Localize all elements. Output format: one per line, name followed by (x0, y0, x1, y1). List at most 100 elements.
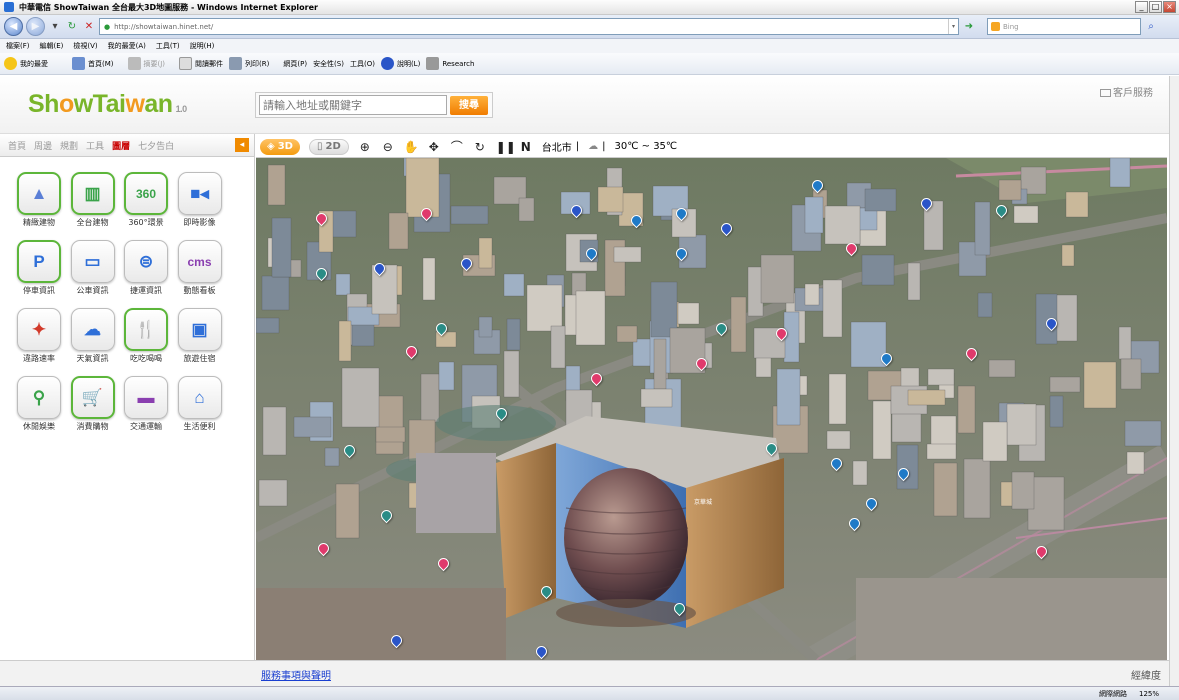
page-scrollbar[interactable] (1169, 76, 1179, 686)
url-dropdown-icon[interactable]: ▾ (948, 19, 958, 34)
tab-layers[interactable]: 圖層 (112, 139, 130, 152)
layer-item[interactable]: ☁ 天氣資訊 (68, 308, 118, 364)
building-icon: ▥ (70, 172, 115, 215)
layer-item-label: 生活便利 (183, 422, 216, 431)
printer-icon (229, 57, 243, 70)
layer-item[interactable]: ▣ 旅遊住宿 (175, 308, 225, 364)
layer-item[interactable]: ⌂ 生活便利 (175, 376, 225, 432)
favorites-button[interactable]: 我的最愛 (4, 57, 48, 70)
tilt-icon[interactable]: ⌒ (450, 140, 464, 154)
go-icon[interactable]: ➜ (962, 20, 976, 34)
menu-edit[interactable]: 編輯(E) (40, 41, 64, 51)
layer-item-label: 全台建物 (76, 218, 109, 227)
building-block (822, 279, 843, 338)
rotate-icon[interactable]: ↻ (473, 140, 487, 154)
search-input[interactable] (259, 95, 447, 115)
history-dropdown-icon[interactable]: ▾ (48, 20, 62, 34)
layer-item[interactable]: P 停車資訊 (14, 240, 64, 296)
building-block (957, 385, 976, 434)
collapse-sidebar-icon[interactable]: ◂ (235, 138, 249, 152)
layer-item[interactable]: 360 360°環景 (121, 172, 171, 228)
building-block (597, 186, 624, 213)
building-block (526, 284, 563, 332)
building-block (375, 395, 404, 455)
bing-search-field[interactable]: Bing (987, 18, 1141, 35)
window-title: 中華電信 ShowTaiwan 全台最大3D地圖服務 - Windows Int… (19, 2, 318, 12)
search-button[interactable]: 搜尋 (450, 96, 488, 115)
back-button[interactable]: ◀ (4, 17, 23, 36)
layer-item[interactable]: ▲ 精緻建物 (14, 172, 64, 228)
layer-item[interactable]: ▭ 公車資訊 (68, 240, 118, 296)
layer-item[interactable]: ⚲ 休閒娛樂 (14, 376, 64, 432)
maximize-button[interactable]: □ (1149, 1, 1162, 13)
service-terms-link[interactable]: 服務事項與聲明 (261, 667, 331, 682)
home-button[interactable]: 首頁(M) (72, 57, 114, 70)
north-icon[interactable]: N (519, 140, 533, 154)
cms-board-icon: cms (177, 240, 222, 283)
minimize-button[interactable]: _ (1135, 1, 1148, 13)
feeds-button[interactable]: 摘要(J) (127, 57, 165, 70)
layer-item[interactable]: 🍴 吃吃喝喝 (121, 308, 171, 364)
layer-item-label: 精緻建物 (23, 218, 55, 227)
mode-3d-button[interactable]: ◈ 3D (260, 138, 300, 155)
building-block (1120, 358, 1142, 390)
read-mail-button[interactable]: 閱讀郵件 (179, 57, 223, 70)
tab-qixi[interactable]: 七夕告白 (138, 139, 174, 152)
layer-item[interactable]: ■◂ 即時影像 (175, 172, 225, 228)
zoom-out-icon[interactable]: ⊖ (381, 140, 395, 154)
building-block (677, 302, 700, 325)
tab-nearby[interactable]: 周邊 (34, 139, 52, 152)
rss-icon (127, 57, 141, 70)
building-block (907, 262, 921, 301)
move-arrows-icon[interactable]: ✥ (427, 140, 441, 154)
page-menu[interactable]: 網頁(P) (283, 59, 307, 69)
building-block (341, 367, 380, 428)
building-block (267, 164, 286, 206)
menu-tools[interactable]: 工具(T) (156, 41, 180, 51)
building-block (1065, 191, 1089, 218)
building-block (518, 197, 535, 222)
search-icon[interactable]: ⌕ (1144, 20, 1158, 34)
tools-menu[interactable]: 工具(O) (350, 59, 375, 69)
refresh-icon[interactable]: ↻ (65, 20, 79, 34)
stop-icon[interactable]: ✕ (82, 20, 96, 34)
menu-favorites[interactable]: 我的最愛(A) (108, 41, 146, 51)
print-button[interactable]: 列印(R) (229, 57, 269, 70)
parking-icon: P (17, 240, 61, 283)
layer-grid: ▲ 精緻建物 ▥ 全台建物 360 360°環景 ■◂ 即時影像 P 停車資訊 ▭ 公車資訊 ⊜ 捷運資訊… (14, 172, 228, 432)
cube-icon: ◈ (267, 141, 275, 152)
layer-item[interactable]: ▬ 交通運輸 (121, 376, 171, 432)
forward-button[interactable]: ▶ (26, 17, 45, 36)
url-field[interactable]: ● http://showtaiwan.hinet.net/ ▾ (99, 18, 959, 35)
menu-help[interactable]: 說明(H) (190, 41, 215, 51)
building-block (271, 217, 292, 278)
close-window-button[interactable]: × (1163, 1, 1176, 13)
mode-2d-button[interactable]: ▯ 2D (308, 138, 349, 155)
layer-item[interactable]: ✦ 違路速率 (14, 308, 64, 364)
tab-planning[interactable]: 規劃 (60, 139, 78, 152)
help-menu[interactable]: 說明(L) (380, 57, 420, 70)
pause-icon[interactable]: ❚❚ (496, 140, 516, 154)
sidebar-tabs: 首頁 周邊 規劃 工具 圖層 七夕告白 ◂ (0, 134, 254, 157)
safety-menu[interactable]: 安全性(S) (313, 59, 344, 69)
layer-item[interactable]: ⊜ 捷運資訊 (121, 240, 171, 296)
bicycle-icon: ⚲ (17, 376, 61, 419)
building-block (335, 273, 351, 296)
pan-hand-icon[interactable]: ✋ (404, 140, 419, 154)
menu-view[interactable]: 檢視(V) (73, 41, 97, 51)
layer-item[interactable]: 🛒 消費購物 (68, 376, 118, 432)
zoom-in-icon[interactable]: ⊕ (358, 140, 372, 154)
map-3d-view[interactable]: 京華城 (256, 158, 1167, 660)
menu-file[interactable]: 檔案(F) (6, 41, 30, 51)
layer-item-label: 360°環景 (128, 218, 164, 227)
zoom-level[interactable]: 125% (1139, 690, 1159, 698)
tab-home[interactable]: 首頁 (8, 139, 26, 152)
showtaiwan-logo[interactable]: ShowTaiwan 1.0 (28, 90, 187, 119)
building-block (640, 388, 673, 408)
layer-item[interactable]: cms 動態看板 (175, 240, 225, 296)
research-button[interactable]: Research (426, 57, 474, 70)
layer-item[interactable]: ▥ 全台建物 (68, 172, 118, 228)
tab-tools[interactable]: 工具 (86, 139, 104, 152)
customer-service-link[interactable]: 客戶服務 (1100, 84, 1153, 99)
building-block (974, 201, 991, 256)
